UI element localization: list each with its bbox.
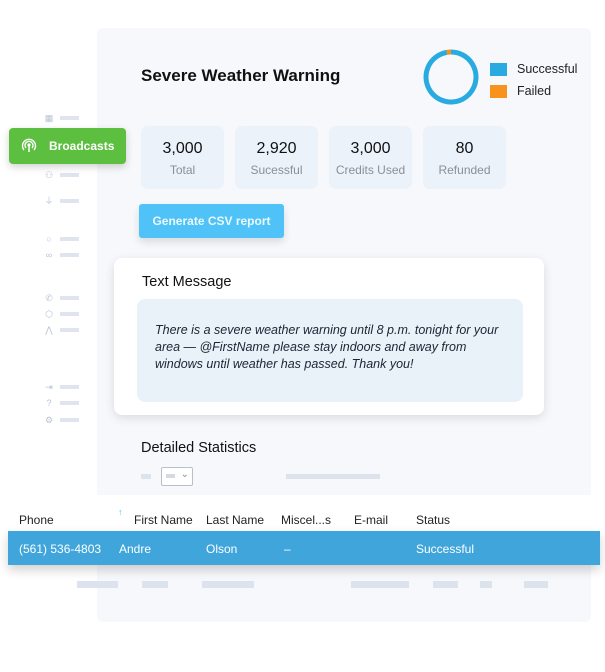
column-header-misc[interactable]: Miscel...s: [281, 513, 331, 527]
sidebar-item-dashboard[interactable]: ▦: [44, 113, 79, 123]
stat-value: 3,000: [162, 140, 203, 157]
stat-value: 80: [455, 140, 474, 157]
column-header-phone[interactable]: Phone: [19, 513, 54, 527]
stat-value: 3,000: [350, 140, 391, 157]
status-donut-chart: [423, 49, 479, 105]
placeholder-cell: [351, 581, 409, 588]
stat-card-credits: 3,000 Credits Used: [329, 126, 412, 189]
sidebar-item-contacts[interactable]: ⚇: [44, 170, 79, 180]
detailed-statistics-heading: Detailed Statistics: [141, 440, 257, 456]
logout-icon: ⇥: [45, 382, 53, 392]
sidebar-item-broadcasts[interactable]: Broadcasts: [9, 128, 126, 164]
settings-icon: ⚙: [44, 415, 54, 425]
sort-arrow-icon[interactable]: ↑: [118, 507, 123, 517]
placeholder-cell: [433, 581, 458, 588]
placeholder-cell: [524, 581, 548, 588]
generate-csv-button[interactable]: Generate CSV report: [139, 204, 284, 238]
stat-label: Total: [169, 163, 196, 177]
stat-card-total: 3,000 Total: [141, 126, 224, 189]
voicemail-icon: ∞: [45, 250, 53, 260]
contacts-icon: ⚇: [44, 170, 54, 180]
stat-label: Refunded: [438, 163, 491, 177]
column-header-last-name[interactable]: Last Name: [206, 513, 264, 527]
sidebar-item-voicemail[interactable]: ∞: [44, 250, 79, 260]
dashboard-icon: ▦: [44, 113, 54, 123]
detailed-statistics-table: Phone ↑ First Name Last Name Miscel...s …: [8, 495, 600, 565]
package-icon: ⬡: [45, 309, 53, 319]
stat-card-refunded: 80 Refunded: [423, 126, 506, 189]
sidebar-item-help[interactable]: ?: [44, 398, 79, 408]
placeholder-cell: [480, 581, 492, 588]
cell-status: Successful: [416, 542, 475, 556]
cell-last-name: Olson: [206, 542, 238, 556]
stat-label: Sucessful: [250, 163, 303, 177]
legend-item-successful: Successful: [490, 58, 577, 80]
message-body: There is a severe weather warning until …: [137, 299, 523, 402]
legend-label: Successful: [517, 62, 578, 76]
page-size-select[interactable]: ⌄: [161, 467, 193, 486]
cell-misc: –: [284, 542, 291, 556]
sidebar-item-chat[interactable]: ○: [44, 234, 79, 244]
table-header: Phone ↑ First Name Last Name Miscel...s …: [8, 495, 600, 531]
table-row[interactable]: (561) 536-4803 Andre Olson – Successful: [8, 531, 600, 565]
placeholder-bar: [286, 474, 380, 479]
chevron-down-icon: ⌄: [180, 469, 189, 480]
legend-label: Failed: [517, 84, 552, 98]
microphone-icon: ⏚: [44, 196, 54, 206]
legend-swatch-successful: [490, 62, 507, 76]
text-message-heading: Text Message: [142, 274, 232, 290]
cell-first-name: Andre: [119, 542, 152, 556]
phone-icon: ✆: [45, 293, 53, 303]
column-header-email[interactable]: E-mail: [354, 513, 388, 527]
placeholder-cell: [77, 581, 118, 588]
sidebar-item-package[interactable]: ⬡: [44, 309, 79, 319]
help-icon: ?: [46, 398, 52, 408]
stat-label: Credits Used: [335, 163, 406, 177]
column-header-status[interactable]: Status: [416, 513, 450, 527]
sidebar-item-microphone[interactable]: ⏚: [44, 196, 79, 206]
cell-phone: (561) 536-4803: [19, 542, 102, 556]
chat-icon: ○: [46, 234, 52, 244]
column-header-first-name[interactable]: First Name: [134, 513, 193, 527]
stat-card-successful: 2,920 Sucessful: [235, 126, 318, 189]
donut-slice-successful: [423, 49, 479, 105]
broadcasts-label: Broadcasts: [49, 139, 115, 153]
placeholder-cell: [202, 581, 254, 588]
page-title: Severe Weather Warning: [141, 66, 341, 85]
sidebar-item-settings[interactable]: ⚙: [44, 415, 79, 425]
sidebar-item-network[interactable]: ⋀: [44, 325, 79, 335]
broadcast-icon: [21, 138, 37, 152]
sidebar-item-phone[interactable]: ✆: [44, 293, 79, 303]
chart-legend: Successful Failed: [490, 58, 577, 102]
sidebar-item-logout[interactable]: ⇥: [44, 382, 79, 392]
legend-item-failed: Failed: [490, 80, 577, 102]
text-message-card: Text Message There is a severe weather w…: [114, 258, 544, 415]
placeholder-cell: [142, 581, 168, 588]
stat-value: 2,920: [256, 140, 297, 157]
network-icon: ⋀: [45, 325, 53, 335]
legend-swatch-failed: [490, 84, 507, 98]
placeholder-label: [141, 474, 151, 479]
